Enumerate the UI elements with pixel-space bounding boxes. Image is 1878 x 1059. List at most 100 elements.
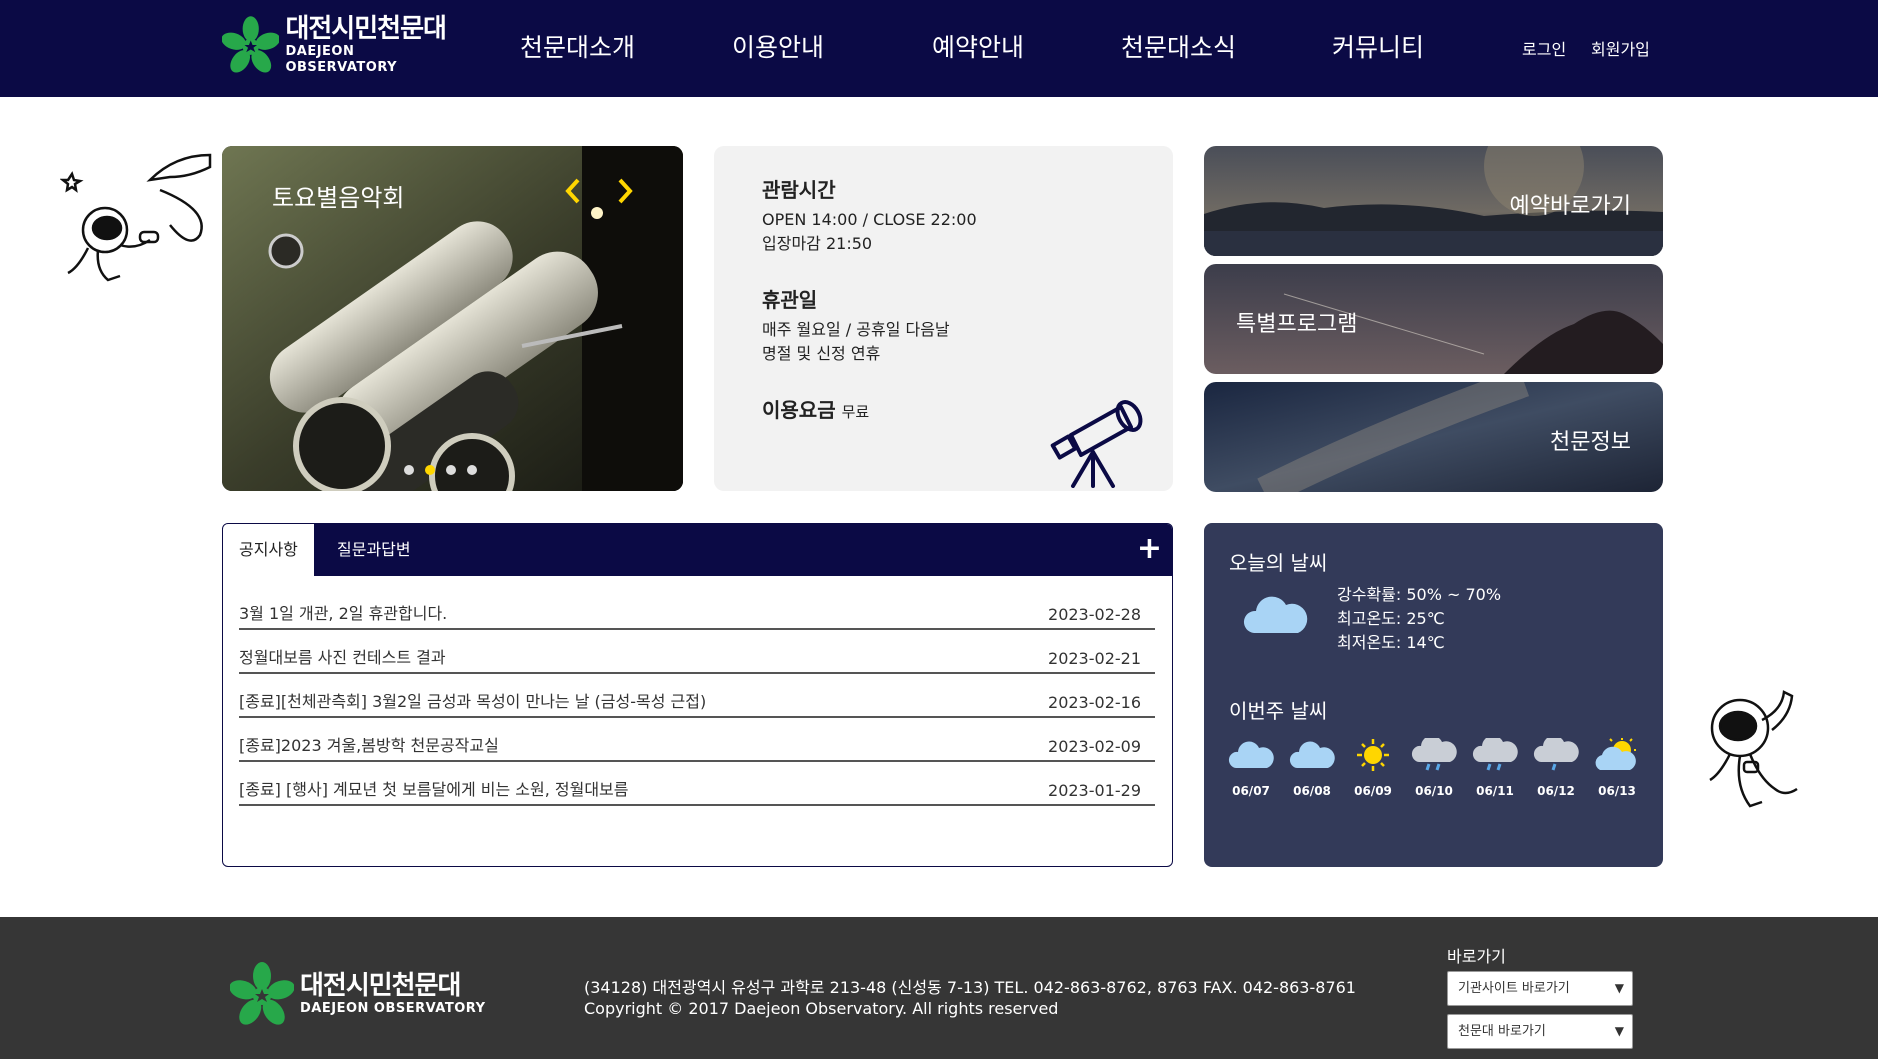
board-tabs: 공지사항 질문과답변 +	[223, 524, 1172, 576]
week-weather-title: 이번주 날씨	[1229, 699, 1328, 723]
notice-date: 2023-01-29	[1048, 781, 1141, 800]
notice-title: [종료][천체관측회] 3월2일 금성과 목성이 만나는 날 (금성-목성 근접…	[239, 692, 707, 711]
forecast-date: 06/09	[1354, 784, 1392, 798]
footer-address-block: (34128) 대전광역시 유성구 과학로 213-48 (신성동 7-13) …	[584, 977, 1356, 1019]
forecast-day: 06/07	[1226, 738, 1276, 798]
hours-open-close: OPEN 14:00 / CLOSE 22:00	[762, 210, 977, 229]
forecast-day: 06/12	[1531, 735, 1581, 798]
card-astronomy-info-label: 천문정보	[1550, 430, 1631, 455]
fee-title: 이용요금 무료	[762, 394, 869, 423]
slider-dot-1[interactable]	[404, 465, 414, 475]
notice-title: 정월대보름 사진 컨테스트 결과	[239, 648, 446, 667]
footer-logo-title: 대전시민천문대	[300, 971, 461, 1001]
slider-dot-2[interactable]	[425, 465, 435, 475]
notice-title: 3월 1일 개관, 2일 휴관합니다.	[239, 604, 448, 623]
closed-line-2: 명절 및 신정 연휴	[762, 344, 881, 363]
forecast-day: 06/09	[1348, 738, 1398, 798]
weather-panel: 오늘의 날씨 강수확률: 50% ~ 70% 최고온도: 25℃ 최저온도: 1…	[1204, 523, 1663, 867]
agency-site-select-value: 기관사이트 바로가기	[1458, 981, 1570, 996]
fee-value: 무료	[841, 403, 870, 421]
footer-logo[interactable]: 대전시민천문대 DAEJEON OBSERVATORY	[230, 962, 485, 1026]
closed-line-1: 매주 월요일 / 공휴일 다음날	[762, 320, 950, 339]
notice-date: 2023-02-28	[1048, 605, 1141, 624]
today-weather-title: 오늘의 날씨	[1229, 551, 1328, 575]
more-plus-icon[interactable]: +	[1137, 534, 1162, 564]
footer-logo-subtitle: DAEJEON OBSERVATORY	[300, 1001, 486, 1016]
max-temperature: 최고온도: 25℃	[1337, 609, 1445, 628]
hours-title: 관람시간	[762, 178, 836, 202]
quick-links-title: 바로가기	[1447, 947, 1506, 966]
observatory-site-select-value: 천문대 바로가기	[1458, 1024, 1546, 1039]
notice-row[interactable]: [종료][천체관측회] 3월2일 금성과 목성이 만나는 날 (금성-목성 근접…	[239, 674, 1155, 718]
notice-title: [종료] [행사] 계묘년 첫 보름달에게 비는 소원, 정월대보름	[239, 780, 629, 799]
nav-guide[interactable]: 이용안내	[732, 28, 824, 64]
forecast-date: 06/08	[1293, 784, 1331, 798]
nav-news[interactable]: 천문대소식	[1121, 28, 1236, 64]
nav-about[interactable]: 천문대소개	[520, 28, 635, 64]
astronaut-illustration	[1709, 690, 1798, 808]
slider-dots	[404, 465, 477, 475]
logo-title: 대전시민천문대	[285, 14, 446, 44]
login-link[interactable]: 로그인	[1522, 36, 1566, 60]
forecast-day: 06/13	[1592, 738, 1642, 798]
chevron-down-icon: ▼	[1614, 1024, 1624, 1038]
notice-row[interactable]: [종료] [행사] 계묘년 첫 보름달에게 비는 소원, 정월대보름 2023-…	[239, 762, 1155, 806]
tab-notice[interactable]: 공지사항	[223, 524, 314, 576]
slider-dot-3[interactable]	[446, 465, 456, 475]
chevron-down-icon: ▼	[1614, 981, 1624, 995]
forecast-date: 06/12	[1537, 784, 1575, 798]
site-logo[interactable]: 대전시민천문대 DAEJEON OBSERVATORY	[222, 14, 452, 76]
tab-qna[interactable]: 질문과답변	[321, 524, 427, 576]
hero-slider[interactable]: 토요별음악회	[222, 146, 683, 491]
footer-address: (34128) 대전광역시 유성구 과학로 213-48 (신성동 7-13) …	[584, 978, 1356, 997]
card-special-program[interactable]: 특별프로그램	[1204, 264, 1663, 374]
slide-next-arrow-icon[interactable]	[612, 176, 636, 206]
hours-last-entry: 입장마감 21:50	[762, 234, 873, 253]
card-astronomy-info[interactable]: 천문정보	[1204, 382, 1663, 492]
forecast-day: 06/08	[1287, 738, 1337, 798]
fee-label: 이용요금	[762, 398, 836, 422]
forecast-day: 06/10	[1409, 735, 1459, 798]
rain-icon	[1472, 735, 1518, 771]
min-temperature: 최저온도: 14℃	[1337, 633, 1445, 652]
site-footer: 대전시민천문대 DAEJEON OBSERVATORY (34128) 대전광역…	[0, 917, 1878, 1059]
forecast-date: 06/11	[1476, 784, 1514, 798]
notice-row[interactable]: 정월대보름 사진 컨테스트 결과 2023-02-21	[239, 630, 1155, 674]
closed-title: 휴관일	[762, 288, 818, 312]
slider-dot-4[interactable]	[467, 465, 477, 475]
logo-mark-icon	[222, 16, 280, 73]
card-reservation-label: 예약바로가기	[1509, 194, 1631, 219]
site-header: 대전시민천문대 DAEJEON OBSERVATORY 천문대소개 이용안내 예…	[0, 0, 1878, 97]
cloud-icon	[1243, 596, 1308, 633]
logo-subtitle: DAEJEON OBSERVATORY	[285, 44, 398, 75]
nav-reservation[interactable]: 예약안내	[932, 28, 1024, 64]
astronaut-rocket-illustration	[60, 153, 212, 282]
forecast-date: 06/13	[1598, 784, 1636, 798]
rain-probability: 강수확률: 50% ~ 70%	[1337, 585, 1502, 604]
nav-community[interactable]: 커뮤니티	[1332, 28, 1424, 64]
card-reservation[interactable]: 예약바로가기	[1204, 146, 1663, 256]
observatory-site-select[interactable]: 천문대 바로가기 ▼	[1447, 1014, 1633, 1049]
slide-title: 토요별음악회	[272, 184, 405, 212]
notice-date: 2023-02-09	[1048, 737, 1141, 756]
agency-site-select[interactable]: 기관사이트 바로가기 ▼	[1447, 971, 1633, 1006]
forecast-day: 06/11	[1470, 735, 1520, 798]
telescope-icon	[1050, 400, 1143, 488]
sun-icon	[1357, 739, 1389, 771]
notice-board: 공지사항 질문과답변 + 3월 1일 개관, 2일 휴관합니다. 2023-02…	[222, 523, 1173, 867]
rain-icon	[1411, 735, 1457, 771]
card-special-program-label: 특별프로그램	[1236, 312, 1358, 337]
cloud-icon	[1228, 741, 1274, 768]
notice-row[interactable]: [종료]2023 겨울,봄방학 천문공작교실 2023-02-09	[239, 718, 1155, 762]
notice-title: [종료]2023 겨울,봄방학 천문공작교실	[239, 736, 499, 755]
notice-date: 2023-02-21	[1048, 649, 1141, 668]
rain-icon	[1533, 735, 1579, 771]
visit-info-box: 관람시간 OPEN 14:00 / CLOSE 22:00 입장마감 21:50…	[714, 146, 1173, 491]
notice-row[interactable]: 3월 1일 개관, 2일 휴관합니다. 2023-02-28	[239, 586, 1155, 630]
partly-cloudy-icon	[1595, 738, 1636, 770]
cloud-icon	[1289, 741, 1335, 768]
forecast-date: 06/10	[1415, 784, 1453, 798]
signup-link[interactable]: 회원가입	[1591, 36, 1650, 60]
slide-prev-arrow-icon[interactable]	[562, 176, 586, 206]
notice-date: 2023-02-16	[1048, 693, 1141, 712]
